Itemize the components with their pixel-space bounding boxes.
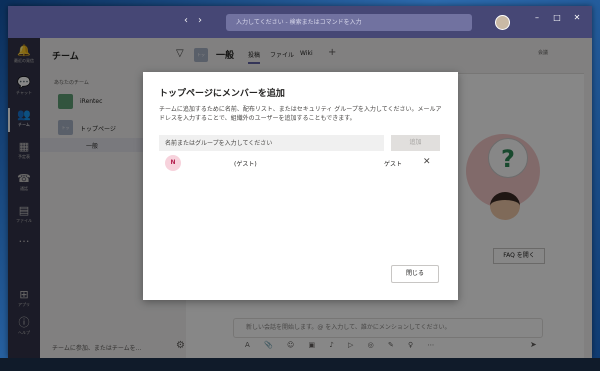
nav-arrows[interactable]: ‹› xyxy=(184,15,212,26)
member-role-dropdown[interactable]: ゲスト xyxy=(384,159,402,168)
add-button[interactable]: 追加 xyxy=(391,135,440,151)
member-row: N (ゲスト) ゲスト ✕ xyxy=(159,154,443,172)
close-button[interactable]: 閉じる xyxy=(391,265,439,283)
user-avatar[interactable] xyxy=(495,15,510,30)
maximize-icon[interactable]: □ xyxy=(550,13,564,22)
member-search-input[interactable] xyxy=(159,135,384,151)
minimize-icon[interactable]: – xyxy=(530,13,544,22)
dialog-title: トップページにメンバーを追加 xyxy=(159,89,285,99)
dialog-description: チームに追加するために名前、配布リスト、またはセキュリティ グループを入力してく… xyxy=(159,106,442,122)
title-bar: ‹› 入力してください - 検索またはコマンドを入力 – □ ✕ xyxy=(8,6,592,38)
close-window-icon[interactable]: ✕ xyxy=(570,13,584,22)
member-avatar: N xyxy=(165,155,181,171)
taskbar xyxy=(0,358,600,371)
member-name: (ゲスト) xyxy=(234,161,257,168)
search-input[interactable]: 入力してください - 検索またはコマンドを入力 xyxy=(226,14,472,31)
remove-member-icon[interactable]: ✕ xyxy=(423,157,431,167)
add-members-dialog: トップページにメンバーを追加 チームに追加するために名前、配布リスト、またはセキ… xyxy=(143,72,458,300)
